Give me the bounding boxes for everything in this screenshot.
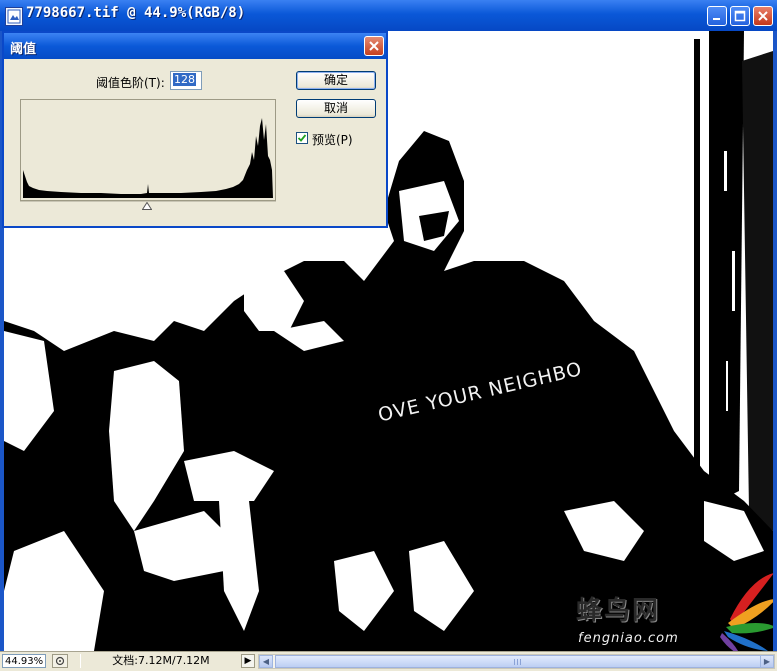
threshold-dialog: 阈值 阈值色阶(T): 128 确定 取消 预览(P) xyxy=(2,31,388,228)
scroll-right-button[interactable]: ▶ xyxy=(760,655,774,668)
threshold-level-input[interactable]: 128 xyxy=(170,71,202,90)
status-menu-button[interactable]: ▶ xyxy=(241,654,255,668)
threshold-level-value: 128 xyxy=(173,73,196,86)
scroll-left-button[interactable]: ◀ xyxy=(259,655,273,668)
scroll-thumb[interactable] xyxy=(275,655,761,668)
window-frame-right xyxy=(773,31,777,651)
maximize-button[interactable] xyxy=(730,6,750,26)
histogram-graph xyxy=(23,118,273,198)
close-icon xyxy=(369,41,379,51)
threshold-slider-handle[interactable] xyxy=(142,202,152,210)
watermark-chinese: 蜂鸟网 xyxy=(576,596,661,626)
status-bar: 44.93% 文档:7.12M/7.12M ▶ ◀ ▶ xyxy=(0,651,777,671)
dialog-close-button[interactable] xyxy=(364,36,384,56)
dialog-titlebar[interactable]: 阈值 xyxy=(4,33,386,59)
document-size-info: 文档:7.12M/7.12M xyxy=(80,654,241,668)
dialog-title: 阈值 xyxy=(10,42,37,57)
minimize-button[interactable] xyxy=(707,6,727,26)
photoshop-document-icon xyxy=(5,7,23,26)
ok-button[interactable]: 确定 xyxy=(296,71,376,90)
preview-checkbox[interactable] xyxy=(296,132,308,144)
horizontal-scrollbar[interactable]: ◀ ▶ xyxy=(258,654,775,669)
close-button[interactable] xyxy=(753,6,773,26)
scroll-grip-icon xyxy=(514,659,522,665)
zoom-input[interactable]: 44.93% xyxy=(2,654,46,668)
navigator-icon xyxy=(55,656,65,666)
document-title: 7798667.tif @ 44.9%(RGB/8) xyxy=(26,5,246,21)
navigator-button[interactable] xyxy=(52,654,68,668)
checkmark-icon xyxy=(297,134,307,142)
preview-label: 预览(P) xyxy=(312,133,353,147)
cancel-button[interactable]: 取消 xyxy=(296,99,376,118)
threshold-level-label: 阈值色阶(T): xyxy=(96,76,165,90)
histogram xyxy=(20,99,276,201)
fengniao-logo-icon xyxy=(720,573,773,651)
watermark-english: fengniao.com xyxy=(578,631,679,646)
document-titlebar[interactable]: 7798667.tif @ 44.9%(RGB/8) xyxy=(0,0,777,32)
